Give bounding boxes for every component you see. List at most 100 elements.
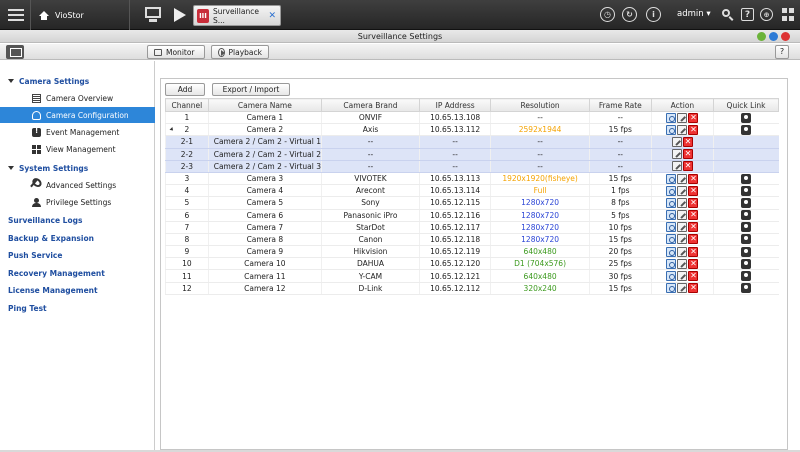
edit-icon[interactable] — [677, 197, 688, 208]
delete-icon[interactable]: ✕ — [688, 283, 699, 294]
edit-icon[interactable] — [671, 136, 682, 147]
sidebar-item-view-management[interactable]: View Management — [0, 141, 155, 157]
column-header-channel[interactable]: Channel — [165, 98, 209, 112]
search-icon[interactable] — [721, 8, 734, 21]
column-header-camera-name[interactable]: Camera Name — [207, 98, 323, 112]
main-menu-icon[interactable] — [6, 6, 26, 24]
table-row[interactable]: 2 Camera 2 Axis 10.65.13.112 2592x1944 15 fps… — [165, 123, 779, 137]
table-row[interactable]: 1 Camera 1 ONVIF 10.65.13.108 -- -- ✕ — [165, 111, 779, 125]
table-row[interactable]: 10 Camera 10 DAHUA 10.65.12.120 D1 (704x576)… — [165, 257, 779, 271]
quick-link-icon[interactable] — [741, 234, 752, 245]
camera-settings-icon[interactable] — [666, 112, 677, 123]
table-row[interactable]: 12 Camera 12 D-Link 10.65.12.112 320x240 15 f… — [165, 282, 779, 295]
table-row[interactable]: 4 Camera 4 Arecont 10.65.13.114 Full 1 fps ✕ — [165, 184, 779, 198]
virtual-camera-row[interactable]: 2-3 Camera 2 / Cam 2 - Virtual 3 -- -- -- -- ✕ — [165, 160, 779, 173]
camera-settings-icon[interactable] — [666, 283, 677, 294]
quick-link-icon[interactable] — [741, 197, 752, 208]
column-header-frame-rate[interactable]: Frame Rate — [588, 98, 652, 112]
delete-icon[interactable]: ✕ — [688, 173, 699, 184]
add-camera-button[interactable]: Add — [165, 83, 205, 96]
column-header-camera-brand[interactable]: Camera Brand — [321, 98, 420, 112]
sidebar-item-event-management[interactable]: Event Management — [0, 124, 155, 140]
delete-icon[interactable]: ✕ — [682, 136, 693, 147]
clock-icon[interactable]: ◷ — [600, 7, 615, 22]
edit-icon[interactable] — [671, 149, 682, 160]
maximize-icon[interactable] — [769, 32, 778, 41]
delete-icon[interactable]: ✕ — [688, 222, 699, 233]
toggle-sidebar-icon[interactable] — [6, 45, 24, 59]
table-row[interactable]: 8 Camera 8 Canon 10.65.12.118 1280x720 15 fps… — [165, 233, 779, 247]
delete-icon[interactable]: ✕ — [682, 161, 693, 172]
edit-icon[interactable] — [677, 234, 688, 245]
edit-icon[interactable] — [671, 161, 682, 172]
edit-icon[interactable] — [677, 210, 688, 221]
playback-icon[interactable] — [170, 5, 190, 25]
collapse-arrow-icon[interactable] — [169, 127, 175, 133]
table-row[interactable]: 5 Camera 5 Sony 10.65.12.115 1280x720 8 fps ✕ — [165, 196, 779, 210]
quick-link-icon[interactable] — [741, 246, 752, 257]
quick-link-icon[interactable] — [741, 185, 752, 196]
info-icon[interactable]: i — [646, 7, 661, 22]
delete-icon[interactable]: ✕ — [688, 197, 699, 208]
user-menu[interactable]: admin ▾ — [677, 9, 711, 19]
edit-icon[interactable] — [677, 258, 688, 269]
help-icon[interactable]: ? — [741, 8, 754, 21]
quick-link-icon[interactable] — [741, 271, 752, 282]
sidebar-item-backup-expansion[interactable]: Backup & Expansion — [0, 230, 155, 246]
quick-link-icon[interactable] — [741, 283, 752, 294]
home-button[interactable]: VioStor — [30, 0, 130, 30]
sidebar-item-advanced-settings[interactable]: Advanced Settings — [0, 177, 155, 193]
delete-icon[interactable]: ✕ — [688, 271, 699, 282]
sidebar-item-surveillance-logs[interactable]: Surveillance Logs — [0, 212, 155, 228]
globe-icon[interactable]: ⊕ — [760, 8, 773, 21]
refresh-icon[interactable]: ↻ — [622, 7, 637, 22]
sidebar-item-camera-configuration[interactable]: Camera Configuration — [0, 107, 155, 123]
edit-icon[interactable] — [677, 271, 688, 282]
camera-settings-icon[interactable] — [666, 222, 677, 233]
delete-icon[interactable]: ✕ — [688, 210, 699, 221]
camera-settings-icon[interactable] — [666, 197, 677, 208]
monitor-icon[interactable] — [143, 5, 163, 25]
camera-settings-icon[interactable] — [666, 234, 677, 245]
quick-link-icon[interactable] — [741, 124, 752, 135]
table-row[interactable]: 7 Camera 7 StarDot 10.65.12.117 1280x720 10 f… — [165, 221, 779, 234]
virtual-camera-row[interactable]: 2-2 Camera 2 / Cam 2 - Virtual 2 -- -- -- -- ✕ — [165, 148, 779, 161]
edit-icon[interactable] — [677, 112, 688, 123]
apps-grid-icon[interactable] — [781, 8, 794, 21]
table-row[interactable]: 6 Camera 6 Panasonic iPro 10.65.12.116 1280x… — [165, 209, 779, 222]
minimize-icon[interactable] — [757, 32, 766, 41]
edit-icon[interactable] — [677, 246, 688, 257]
surveillance-settings-tab[interactable]: III Surveillance S... ✕ — [193, 5, 281, 26]
delete-icon[interactable]: ✕ — [688, 124, 699, 135]
close-window-icon[interactable] — [781, 32, 790, 41]
close-tab-icon[interactable]: ✕ — [268, 11, 276, 21]
column-header-resolution[interactable]: Resolution — [490, 98, 590, 112]
edit-icon[interactable] — [677, 283, 688, 294]
table-row[interactable]: 9 Camera 9 Hikvision 10.65.12.119 640x480 20 … — [165, 245, 779, 259]
virtual-camera-row[interactable]: 2-1 Camera 2 / Cam 2 - Virtual 1 -- -- -- -- ✕ — [165, 135, 779, 149]
sidebar-item-ping-test[interactable]: Ping Test — [0, 300, 155, 316]
sidebar-item-license-management[interactable]: License Management — [0, 282, 155, 298]
delete-icon[interactable]: ✕ — [688, 258, 699, 269]
quick-link-icon[interactable] — [741, 173, 752, 184]
sidebar-item-camera-overview[interactable]: Camera Overview — [0, 90, 155, 106]
camera-settings-icon[interactable] — [666, 185, 677, 196]
camera-settings-icon[interactable] — [666, 258, 677, 269]
monitor-button[interactable]: Monitor — [147, 45, 205, 59]
edit-icon[interactable] — [677, 222, 688, 233]
edit-icon[interactable] — [677, 124, 688, 135]
quick-link-icon[interactable] — [741, 258, 752, 269]
delete-icon[interactable]: ✕ — [688, 185, 699, 196]
delete-icon[interactable]: ✕ — [682, 149, 693, 160]
camera-settings-icon[interactable] — [666, 246, 677, 257]
camera-settings-icon[interactable] — [666, 124, 677, 135]
sidebar-item-recovery-management[interactable]: Recovery Management — [0, 265, 155, 281]
sidebar-group-camera-settings[interactable]: Camera Settings — [0, 73, 155, 89]
camera-settings-icon[interactable] — [666, 271, 677, 282]
edit-icon[interactable] — [677, 185, 688, 196]
column-header-ip-address[interactable]: IP Address — [418, 98, 492, 112]
quick-link-icon[interactable] — [741, 222, 752, 233]
sidebar-item-push-service[interactable]: Push Service — [0, 247, 155, 263]
delete-icon[interactable]: ✕ — [688, 246, 699, 257]
camera-settings-icon[interactable] — [666, 173, 677, 184]
